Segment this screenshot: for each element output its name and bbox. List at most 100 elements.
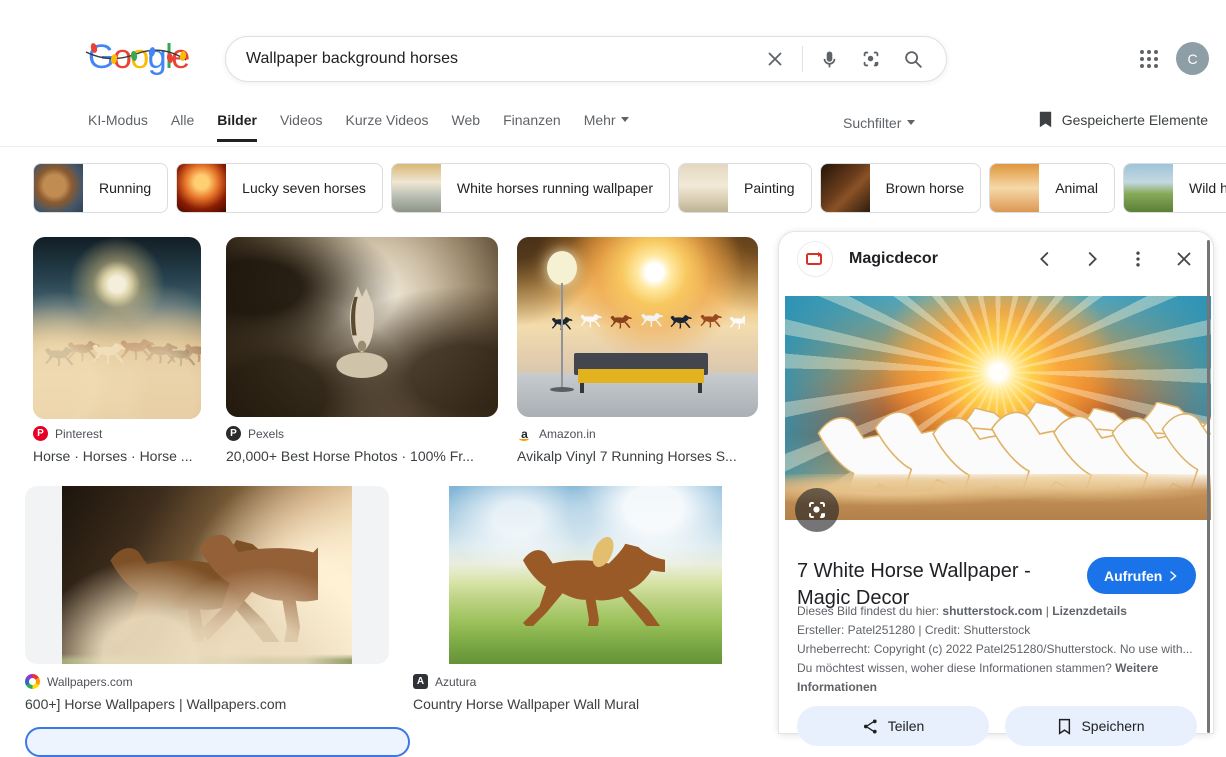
ground — [785, 474, 1211, 520]
saved-items-button[interactable]: Gespeicherte Elemente — [1038, 111, 1208, 128]
result-caption: P Pinterest Horse · Horses · Horse ... — [33, 426, 223, 464]
logo-letter: G — [88, 38, 114, 76]
tab-mehr[interactable]: Mehr — [584, 112, 629, 142]
logo-letter: o — [130, 38, 149, 76]
panel-header: Magicdecor — [779, 232, 1213, 286]
close-panel-button[interactable] — [1173, 248, 1195, 270]
logo-letter: o — [112, 38, 132, 76]
tab-ki-modus[interactable]: KI-Modus — [88, 112, 148, 142]
panel-main-image[interactable] — [785, 296, 1211, 520]
result-caption: A Azutura Country Horse Wallpaper Wall M… — [413, 674, 758, 712]
image-metadata: Dieses Bild findest du hier: shutterstoc… — [797, 602, 1201, 659]
magicdecor-favicon-icon — [797, 241, 833, 277]
tab-bilder[interactable]: Bilder — [217, 112, 257, 142]
avatar[interactable]: C — [1176, 42, 1209, 75]
google-apps-icon[interactable] — [1139, 49, 1159, 69]
floor-lamp-base — [550, 387, 574, 392]
result-image-amazon[interactable] — [517, 237, 758, 417]
pexels-favicon-icon: P — [226, 426, 241, 441]
clear-search-icon[interactable] — [754, 48, 796, 70]
meta-source-link[interactable]: shutterstock.com — [942, 604, 1042, 618]
result-title[interactable]: Horse · Horses · Horse ... — [33, 448, 223, 464]
meta-copyright: Urheberrecht: Copyright (c) 2022 Patel25… — [797, 642, 1193, 656]
result-source[interactable]: Wallpapers.com — [47, 675, 133, 689]
result-source[interactable]: Pexels — [248, 427, 284, 441]
share-icon — [863, 719, 877, 733]
save-button[interactable]: Speichern — [1005, 706, 1197, 746]
tab-web[interactable]: Web — [452, 112, 481, 142]
result-image-pinterest[interactable] — [33, 237, 201, 419]
chevron-down-icon — [907, 120, 916, 125]
chip-thumbnail — [34, 164, 83, 212]
chevron-right-icon — [1088, 252, 1097, 266]
tab-finanzen[interactable]: Finanzen — [503, 112, 561, 142]
sofa-leg — [698, 383, 702, 393]
visit-label: Aufrufen — [1104, 567, 1163, 584]
result-source[interactable]: Amazon.in — [539, 427, 596, 441]
panel-site-name[interactable]: Magicdecor — [849, 250, 938, 268]
chip-wild-horses[interactable]: Wild horses — [1122, 163, 1226, 213]
result-source[interactable]: Pinterest — [55, 427, 102, 441]
logo-letter: e — [171, 38, 190, 76]
horse-artwork — [515, 536, 665, 626]
pinterest-favicon-icon: P — [33, 426, 48, 441]
horses-artwork — [531, 309, 745, 357]
result-title[interactable]: 600+] Horse Wallpapers | Wallpapers.com — [25, 696, 389, 712]
search-input[interactable]: Wallpaper background horses — [246, 50, 754, 68]
google-logo[interactable]: Google — [88, 36, 190, 78]
search-icon[interactable] — [892, 48, 934, 70]
result-image-wallpapers[interactable] — [25, 486, 389, 664]
result-title[interactable]: 20,000+ Best Horse Photos · 100% Fr... — [226, 448, 498, 464]
share-button[interactable]: Teilen — [797, 706, 989, 746]
azutura-favicon-icon: A — [413, 674, 428, 689]
tab-kurze-videos[interactable]: Kurze Videos — [346, 112, 429, 142]
chip-brown-horse[interactable]: Brown horse — [819, 163, 982, 213]
more-options-button[interactable] — [1128, 249, 1148, 269]
related-searches-button[interactable] — [25, 727, 410, 757]
visit-site-button[interactable]: Aufrufen — [1087, 557, 1197, 594]
bookmark-icon — [1039, 111, 1051, 128]
chip-animal[interactable]: Animal — [989, 163, 1115, 213]
chip-thumbnail — [391, 164, 441, 212]
wallpapers-favicon-icon — [25, 674, 40, 689]
voice-search-icon[interactable] — [809, 49, 850, 70]
horses-artwork — [33, 335, 201, 397]
result-title[interactable]: Country Horse Wallpaper Wall Mural — [413, 696, 758, 712]
result-title[interactable]: Avikalp Vinyl 7 Running Horses S... — [517, 448, 758, 464]
meta-creator: Ersteller: Patel251280 | Credit: Shutter… — [797, 623, 1031, 637]
meta-question: Du möchtest wissen, woher diese Informat… — [797, 661, 1116, 675]
search-bar[interactable]: Wallpaper background horses — [225, 36, 947, 82]
related-chips: Running Lucky seven horses White horses … — [33, 163, 1226, 213]
kebab-menu-icon — [1136, 251, 1140, 267]
chip-painting[interactable]: Painting — [678, 163, 812, 213]
meta-separator: | — [1042, 604, 1053, 618]
amazon-favicon-icon: a — [517, 426, 532, 441]
sofa-seat — [578, 369, 704, 383]
bookmark-icon — [1059, 718, 1071, 735]
panel-scrollbar[interactable] — [1207, 240, 1210, 733]
next-image-button[interactable] — [1081, 248, 1103, 270]
chip-running[interactable]: Running — [33, 163, 169, 213]
result-source[interactable]: Azutura — [435, 675, 476, 689]
tab-videos[interactable]: Videos — [280, 112, 323, 142]
license-details-link[interactable]: Lizenzdetails — [1052, 604, 1127, 618]
search-filter-label: Suchfilter — [843, 115, 902, 131]
result-caption: a Amazon.in Avikalp Vinyl 7 Running Hors… — [517, 426, 758, 464]
tab-mehr-label: Mehr — [583, 112, 616, 128]
lens-icon — [809, 502, 825, 518]
divider — [802, 46, 803, 72]
chip-white-horses-running[interactable]: White horses running wallpaper — [390, 163, 670, 213]
chip-lucky-seven-horses[interactable]: Lucky seven horses — [176, 163, 383, 213]
previous-image-button[interactable] — [1034, 248, 1056, 270]
result-image-pexels[interactable] — [226, 237, 498, 417]
lens-button[interactable] — [795, 488, 839, 532]
lens-search-icon[interactable] — [850, 48, 892, 70]
result-image-azutura[interactable] — [413, 486, 758, 664]
tab-alle[interactable]: Alle — [171, 112, 194, 142]
chevron-down-icon — [620, 117, 629, 122]
meta-prefix: Dieses Bild findest du hier: — [797, 604, 943, 618]
chip-thumbnail — [990, 164, 1040, 212]
chip-thumbnail — [820, 164, 870, 212]
search-filter-button[interactable]: Suchfilter — [843, 115, 916, 131]
chevron-left-icon — [1040, 252, 1049, 266]
